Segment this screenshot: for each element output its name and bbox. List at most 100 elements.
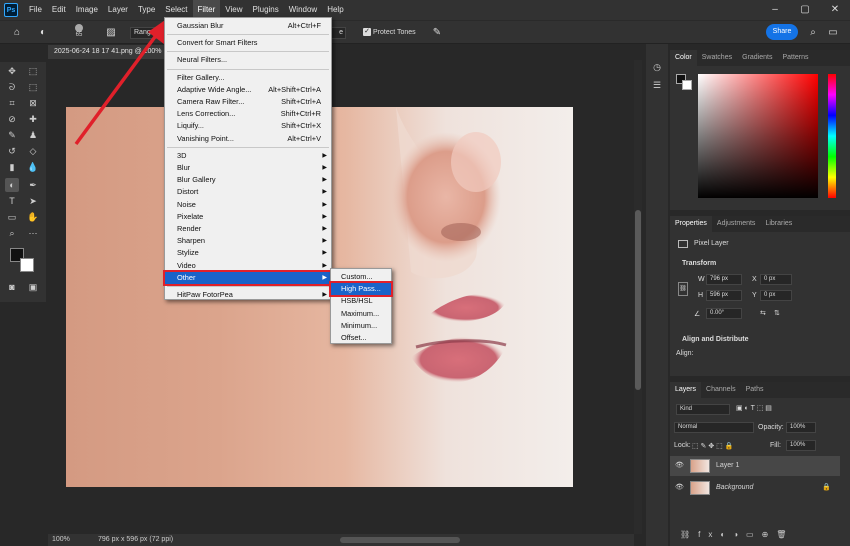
visibility-eye-icon[interactable]: 👁 (675, 478, 684, 498)
layer-name[interactable]: Layer 1 (716, 456, 739, 476)
zoom-level[interactable]: 100% (52, 534, 70, 546)
filter-menu-item-render[interactable]: Render ▶ (165, 223, 331, 235)
other-menu-item-maximum[interactable]: Maximum... (331, 308, 391, 320)
filter-menu-item-hitpaw-fotorpea[interactable]: HitPaw FotorPea ▶ (165, 289, 331, 301)
quick-mask-icon[interactable]: ◙ (5, 280, 19, 294)
background-swatch[interactable] (682, 80, 692, 90)
history-icon[interactable]: ◷ (650, 60, 664, 74)
filter-menu-item-neural-filters[interactable]: Neural Filters... (165, 54, 331, 66)
filter-menu-item-noise[interactable]: Noise ▶ (165, 199, 331, 211)
tab-libraries[interactable]: Libraries (760, 216, 797, 232)
layer-row-background[interactable]: 👁 Background 🔒 (670, 478, 840, 498)
type-tool-icon[interactable]: T (5, 194, 19, 208)
blend-mode-select[interactable]: Normal (674, 422, 754, 433)
tab-channels[interactable]: Channels (701, 382, 741, 398)
filter-menu-item-convert-for-smart-filters[interactable]: Convert for Smart Filters (165, 37, 331, 49)
menu-file[interactable]: File (24, 0, 47, 20)
y-field[interactable]: 0 px (760, 290, 792, 301)
filter-menu-item-filter-gallery[interactable]: Filter Gallery... (165, 72, 331, 84)
lock-icons[interactable]: ⬚ ✎ ✥ ⬚ 🔒 (692, 442, 733, 450)
marquee-tool-icon[interactable]: ⬚ (26, 64, 40, 78)
other-menu-item-offset[interactable]: Offset... (331, 332, 391, 344)
crop-tool-icon[interactable]: ⌗ (5, 96, 19, 110)
zoom-tool-icon[interactable]: ⌕ (5, 226, 19, 240)
filter-menu-item-camera-raw-filter[interactable]: Camera Raw Filter... Shift+Ctrl+A (165, 96, 331, 108)
other-menu-item-hsb-hsl[interactable]: HSB/HSL (331, 295, 391, 307)
filter-menu-item-blur-gallery[interactable]: Blur Gallery ▶ (165, 174, 331, 186)
filter-menu-item-pixelate[interactable]: Pixelate ▶ (165, 211, 331, 223)
opacity-field[interactable]: 100% (786, 422, 816, 433)
filter-menu-item-stylize[interactable]: Stylize ▶ (165, 247, 331, 259)
pressure-icon[interactable]: ✎ (430, 26, 444, 40)
tab-gradients[interactable]: Gradients (737, 50, 777, 66)
vertical-scrollbar[interactable] (634, 60, 642, 534)
other-menu-item-high-pass[interactable]: High Pass... (329, 281, 393, 298)
filter-menu-item-vanishing-point[interactable]: Vanishing Point... Alt+Ctrl+V (165, 133, 331, 145)
filter-menu-item-lens-correction[interactable]: Lens Correction... Shift+Ctrl+R (165, 108, 331, 120)
flip-vertical-icon[interactable]: ⇅ (774, 309, 780, 317)
eraser-tool-icon[interactable]: ◇ (26, 144, 40, 158)
home-icon[interactable]: ⌂ (10, 26, 24, 40)
tab-color[interactable]: Color (670, 50, 697, 66)
screen-mode-icon[interactable]: ▣ (26, 280, 40, 294)
eyedropper-tool-icon[interactable]: ⊘ (5, 112, 19, 126)
workspace-icon[interactable]: ▭ (826, 26, 840, 40)
close-button[interactable]: ✕ (820, 0, 850, 20)
stamp-tool-icon[interactable]: ♟ (26, 128, 40, 142)
align-heading[interactable]: Align and Distribute (682, 336, 749, 343)
dodge-tool-icon[interactable]: ◐ (36, 26, 50, 40)
protect-tones-checkbox[interactable]: ✓ (363, 28, 371, 36)
link-icon[interactable]: ⛓ (678, 282, 688, 296)
other-menu-item-custom[interactable]: Custom... (331, 271, 391, 283)
object-select-icon[interactable]: ⬚ (26, 80, 40, 94)
transform-heading[interactable]: Transform (682, 260, 716, 267)
width-field[interactable]: 796 px (706, 274, 742, 285)
path-select-icon[interactable]: ➤ (26, 194, 40, 208)
layers-footer-icons[interactable]: ⛓fx◐◑▭⊕🗑 (680, 530, 830, 542)
filter-kind-select[interactable]: Kind (676, 404, 730, 415)
tab-layers[interactable]: Layers (670, 382, 702, 398)
visibility-eye-icon[interactable]: 👁 (675, 456, 684, 476)
hand-tool-icon[interactable]: ✋ (26, 210, 40, 224)
gradient-tool-icon[interactable]: ▮ (5, 160, 19, 174)
rectangle-tool-icon[interactable]: ▭ (5, 210, 19, 224)
height-field[interactable]: 596 px (706, 290, 742, 301)
more-tools-icon[interactable]: ⋯ (26, 226, 40, 240)
frame-tool-icon[interactable]: ⊠ (26, 96, 40, 110)
color-field[interactable] (698, 74, 818, 198)
filter-menu-item-adaptive-wide-angle[interactable]: Adaptive Wide Angle... Alt+Shift+Ctrl+A (165, 84, 331, 96)
minimize-button[interactable]: – (760, 0, 790, 20)
filter-menu-item-distort[interactable]: Distort ▶ (165, 186, 331, 198)
pen-tool-icon[interactable]: ✒ (26, 178, 40, 192)
flip-horizontal-icon[interactable]: ⇆ (760, 309, 766, 317)
maximize-button[interactable]: ▢ (790, 0, 820, 20)
layer-filter-icons[interactable]: ▣ ◐ T ⬚ ▤ (736, 404, 772, 412)
navigator-icon[interactable]: ☰ (650, 78, 664, 92)
share-button[interactable]: Share (766, 24, 798, 40)
dodge-tool-icon-active[interactable]: ◐ (5, 178, 19, 192)
filter-menu-item-gaussian-blur[interactable]: Gaussian Blur Alt+Ctrl+F (165, 20, 331, 32)
angle-field[interactable]: 0.00° (706, 308, 742, 319)
tab-properties[interactable]: Properties (670, 216, 712, 232)
tab-paths[interactable]: Paths (741, 382, 769, 398)
search-icon[interactable]: ⌕ (806, 26, 820, 40)
history-brush-icon[interactable]: ↺ (5, 144, 19, 158)
background-color-swatch[interactable] (20, 258, 34, 272)
layer-row-layer1[interactable]: 👁 Layer 1 (670, 456, 840, 476)
fill-field[interactable]: 100% (786, 440, 816, 451)
filter-menu-item-video[interactable]: Video ▶ (165, 260, 331, 272)
hue-slider[interactable] (828, 74, 836, 198)
tab-adjustments[interactable]: Adjustments (712, 216, 761, 232)
filter-menu-item-other[interactable]: Other ▶ (163, 269, 333, 286)
x-field[interactable]: 0 px (760, 274, 792, 285)
lasso-tool-icon[interactable]: ᘐ (5, 80, 19, 94)
filter-menu-item-blur[interactable]: Blur ▶ (165, 162, 331, 174)
filter-menu-item-sharpen[interactable]: Sharpen ▶ (165, 235, 331, 247)
layer-name[interactable]: Background (716, 478, 753, 498)
brush-tool-icon[interactable]: ✎ (5, 128, 19, 142)
filter-menu-item-liquify[interactable]: Liquify... Shift+Ctrl+X (165, 120, 331, 132)
blur-tool-icon[interactable]: 💧 (26, 160, 40, 174)
healing-brush-icon[interactable]: ✚ (26, 112, 40, 126)
move-tool-icon[interactable]: ✥ (5, 64, 19, 78)
other-menu-item-minimum[interactable]: Minimum... (331, 320, 391, 332)
